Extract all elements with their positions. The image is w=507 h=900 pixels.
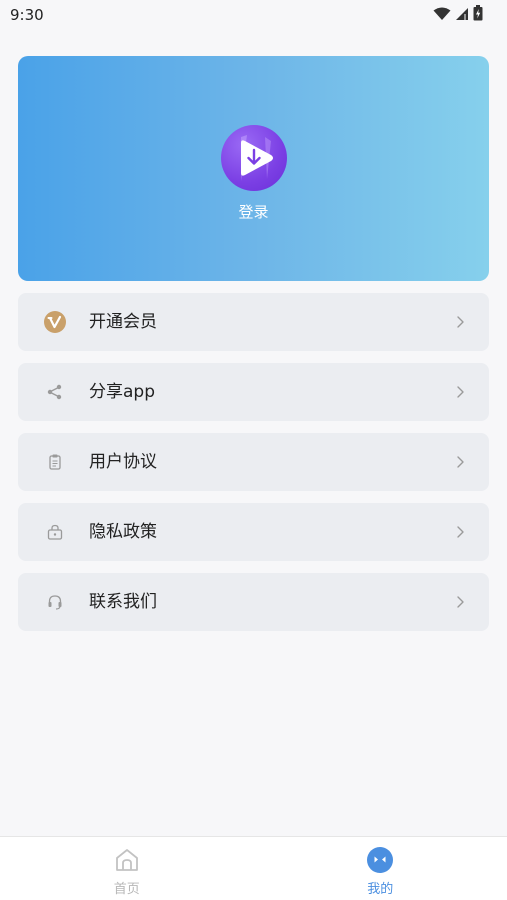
profile-card: 登录 xyxy=(18,56,489,281)
tab-mine[interactable]: 我的 xyxy=(254,837,507,900)
wifi-icon xyxy=(433,6,451,25)
battery-icon xyxy=(473,5,483,25)
menu-item-vip[interactable]: 开通会员 xyxy=(18,293,489,351)
clipboard-icon xyxy=(43,450,67,474)
chevron-right-icon xyxy=(453,315,467,329)
status-icons xyxy=(433,5,483,25)
menu-item-label: 联系我们 xyxy=(89,592,157,612)
vip-icon xyxy=(43,310,67,334)
menu-item-contact-us[interactable]: 联系我们 xyxy=(18,573,489,631)
home-icon xyxy=(113,846,141,874)
menu-item-label: 用户协议 xyxy=(89,452,157,472)
bottom-tab-bar: 首页 我的 xyxy=(0,836,507,900)
menu-item-label: 分享app xyxy=(89,382,155,402)
headset-icon xyxy=(43,590,67,614)
share-icon xyxy=(43,380,67,404)
menu-item-label: 隐私政策 xyxy=(89,522,157,542)
tab-home[interactable]: 首页 xyxy=(0,837,254,900)
status-time: 9:30 xyxy=(10,6,44,24)
chevron-right-icon xyxy=(453,595,467,609)
chevron-right-icon xyxy=(453,525,467,539)
login-link[interactable]: 登录 xyxy=(238,201,268,222)
lock-icon xyxy=(43,520,67,544)
signal-icon xyxy=(455,6,469,25)
chevron-right-icon xyxy=(453,455,467,469)
chevron-right-icon xyxy=(453,385,467,399)
tab-mine-label: 我的 xyxy=(367,882,394,897)
menu-item-share[interactable]: 分享app xyxy=(18,363,489,421)
menu-item-label: 开通会员 xyxy=(89,312,157,332)
menu-item-user-agreement[interactable]: 用户协议 xyxy=(18,433,489,491)
menu-item-privacy-policy[interactable]: 隐私政策 xyxy=(18,503,489,561)
mine-icon xyxy=(366,846,394,874)
play-download-icon[interactable] xyxy=(220,125,287,191)
status-bar: 9:30 xyxy=(0,0,507,30)
tab-home-label: 首页 xyxy=(113,882,140,897)
